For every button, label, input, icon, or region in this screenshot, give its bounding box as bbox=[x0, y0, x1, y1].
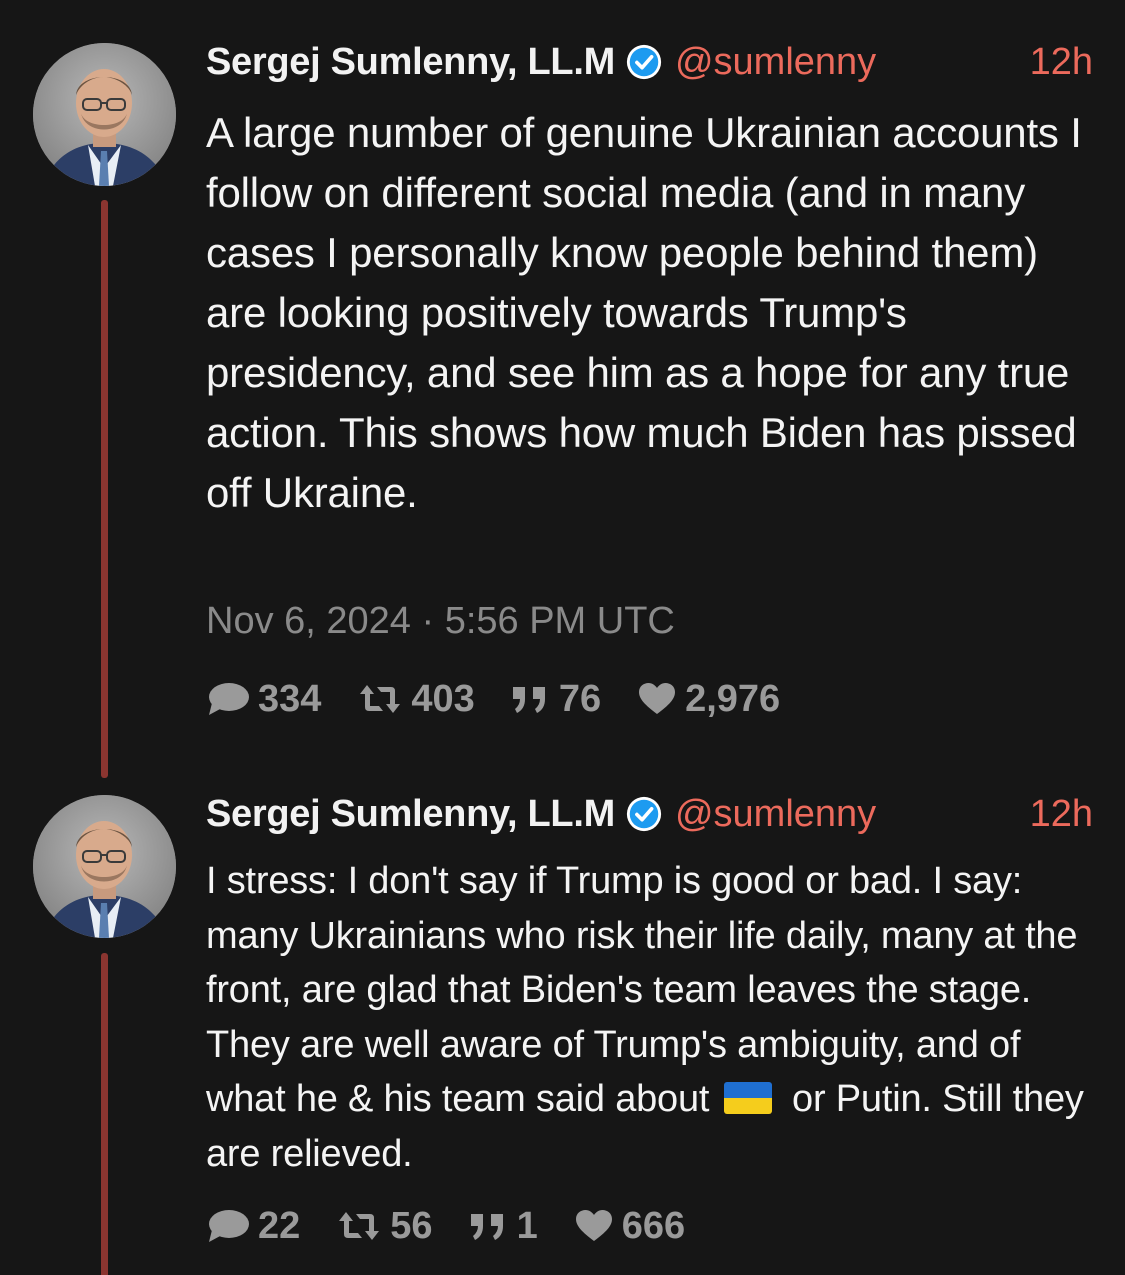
like-count: 666 bbox=[621, 1204, 686, 1247]
reply-stat[interactable]: 22 bbox=[206, 1205, 300, 1248]
like-stat[interactable]: 666 bbox=[574, 1205, 685, 1248]
tweet-relative-time[interactable]: 12h bbox=[1030, 793, 1093, 836]
retweet-icon bbox=[339, 1212, 380, 1240]
tweet-2[interactable]: Sergej Sumlenny, LL.M @sumlenny 12h I st… bbox=[0, 0, 1125, 1275]
author-display-name[interactable]: Sergej Sumlenny, LL.M bbox=[206, 793, 615, 836]
heart-icon bbox=[575, 1210, 612, 1241]
author-handle[interactable]: @sumlenny bbox=[675, 793, 876, 836]
tweet-thread: Sergej Sumlenny, LL.M @sumlenny 12h A la… bbox=[0, 0, 1125, 1275]
author-avatar[interactable] bbox=[33, 795, 176, 938]
tweet-text: I stress: I don't say if Trump is good o… bbox=[206, 854, 1106, 1181]
comment-bubble-icon bbox=[209, 1210, 249, 1242]
ukraine-flag-icon bbox=[723, 1082, 772, 1114]
reply-count: 22 bbox=[258, 1204, 301, 1247]
retweet-stat[interactable]: 56 bbox=[336, 1204, 433, 1248]
tweet-header: Sergej Sumlenny, LL.M @sumlenny 12h bbox=[206, 790, 1093, 838]
quote-icon bbox=[470, 1214, 503, 1240]
retweet-count: 56 bbox=[390, 1204, 433, 1247]
thread-connector-line bbox=[101, 953, 108, 1275]
quote-stat[interactable]: 1 bbox=[469, 1205, 538, 1248]
tweet-stats: 22 56 1 666 bbox=[206, 1202, 721, 1250]
quote-count: 1 bbox=[516, 1204, 538, 1247]
verified-check-icon bbox=[626, 796, 662, 832]
